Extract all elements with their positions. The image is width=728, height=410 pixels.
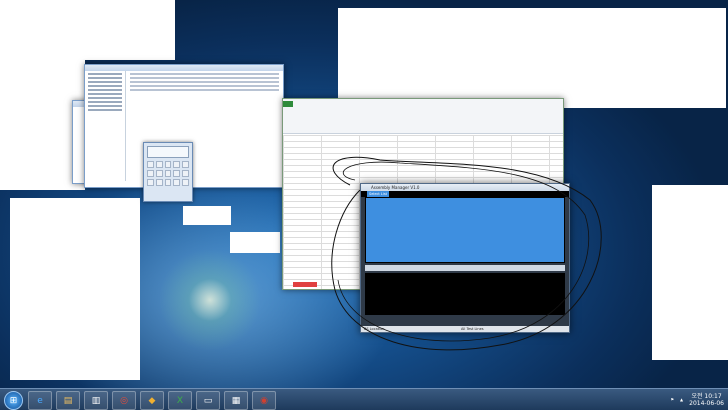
excel-icon[interactable]: X bbox=[168, 391, 192, 410]
system-tray: ⚑ ▲ 오전 10:17 2014-06-06 bbox=[670, 391, 724, 408]
excel-ribbon[interactable] bbox=[283, 99, 563, 134]
redacted-block bbox=[230, 232, 280, 253]
window-title: Assembly Manager V1.0 bbox=[371, 185, 420, 190]
calculator-key[interactable] bbox=[164, 170, 172, 177]
flag-icon[interactable]: ⚑ bbox=[670, 397, 674, 402]
assembly-output-panel bbox=[365, 273, 565, 315]
calculator-key[interactable] bbox=[173, 161, 181, 168]
chrome-icon[interactable]: ◎ bbox=[112, 391, 136, 410]
calculator-key[interactable] bbox=[173, 179, 181, 186]
calculator-key[interactable] bbox=[164, 179, 172, 186]
window-icon[interactable]: ▭ bbox=[196, 391, 220, 410]
calculator-window[interactable] bbox=[143, 142, 193, 202]
calculator-key[interactable] bbox=[164, 161, 172, 168]
calculator-key[interactable] bbox=[147, 179, 154, 186]
calculator-key[interactable] bbox=[173, 170, 181, 177]
windows-start-icon[interactable]: ⊞ bbox=[4, 391, 23, 410]
assembly-manager-window[interactable]: Assembly Manager V1.0 Select List BS Loc… bbox=[360, 183, 570, 333]
redacted-block bbox=[0, 0, 175, 60]
calculator-key[interactable] bbox=[155, 179, 163, 186]
calculator-key[interactable] bbox=[155, 170, 163, 177]
taskbar: ⊞ e ▤ ▥ ◎ ◆ X ▭ ▦ ◉ ⚑ ▲ 오전 10:17 2014-06… bbox=[0, 388, 728, 410]
calculator-key[interactable] bbox=[155, 161, 163, 168]
tab-select-list[interactable]: Select List bbox=[367, 191, 390, 197]
clock[interactable]: 오전 10:17 2014-06-06 bbox=[689, 393, 724, 407]
redacted-block bbox=[338, 8, 726, 108]
redacted-block bbox=[183, 206, 231, 225]
clock-time: 오전 10:17 bbox=[691, 392, 722, 400]
explorer-tree[interactable] bbox=[85, 71, 126, 181]
network-icon[interactable]: ▲ bbox=[680, 397, 683, 402]
calculator-key[interactable] bbox=[147, 161, 154, 168]
calculator-key[interactable] bbox=[182, 170, 189, 177]
clock-date: 2014-06-06 bbox=[689, 399, 724, 407]
game-icon[interactable]: ◉ bbox=[252, 391, 276, 410]
assembly-list-panel[interactable] bbox=[365, 197, 565, 263]
calculator-display bbox=[147, 146, 189, 158]
excel-sheet-tab[interactable] bbox=[293, 282, 317, 287]
status-bar: BS Location All Test Lines bbox=[361, 326, 569, 332]
assembly-tab-strip: Select List bbox=[361, 191, 569, 197]
status-mid: All Test Lines bbox=[461, 327, 484, 331]
redacted-block bbox=[10, 198, 140, 380]
ie-icon[interactable]: e bbox=[28, 391, 52, 410]
calculator-key[interactable] bbox=[182, 161, 189, 168]
assembly-scrollbar[interactable] bbox=[365, 265, 565, 271]
folder-icon[interactable]: ▤ bbox=[56, 391, 80, 410]
excel-file-tab[interactable] bbox=[283, 101, 293, 107]
assembly-manager-titlebar: Assembly Manager V1.0 bbox=[361, 184, 569, 191]
calculator-key[interactable] bbox=[147, 170, 154, 177]
files-icon[interactable]: ▥ bbox=[84, 391, 108, 410]
redacted-block bbox=[652, 185, 728, 360]
apps-icon[interactable]: ▦ bbox=[224, 391, 248, 410]
app-icon[interactable]: ◆ bbox=[140, 391, 164, 410]
windows-logo-glow bbox=[150, 240, 270, 360]
status-left: BS Location bbox=[364, 327, 385, 331]
calculator-keypad bbox=[147, 161, 189, 186]
calculator-key[interactable] bbox=[182, 179, 189, 186]
